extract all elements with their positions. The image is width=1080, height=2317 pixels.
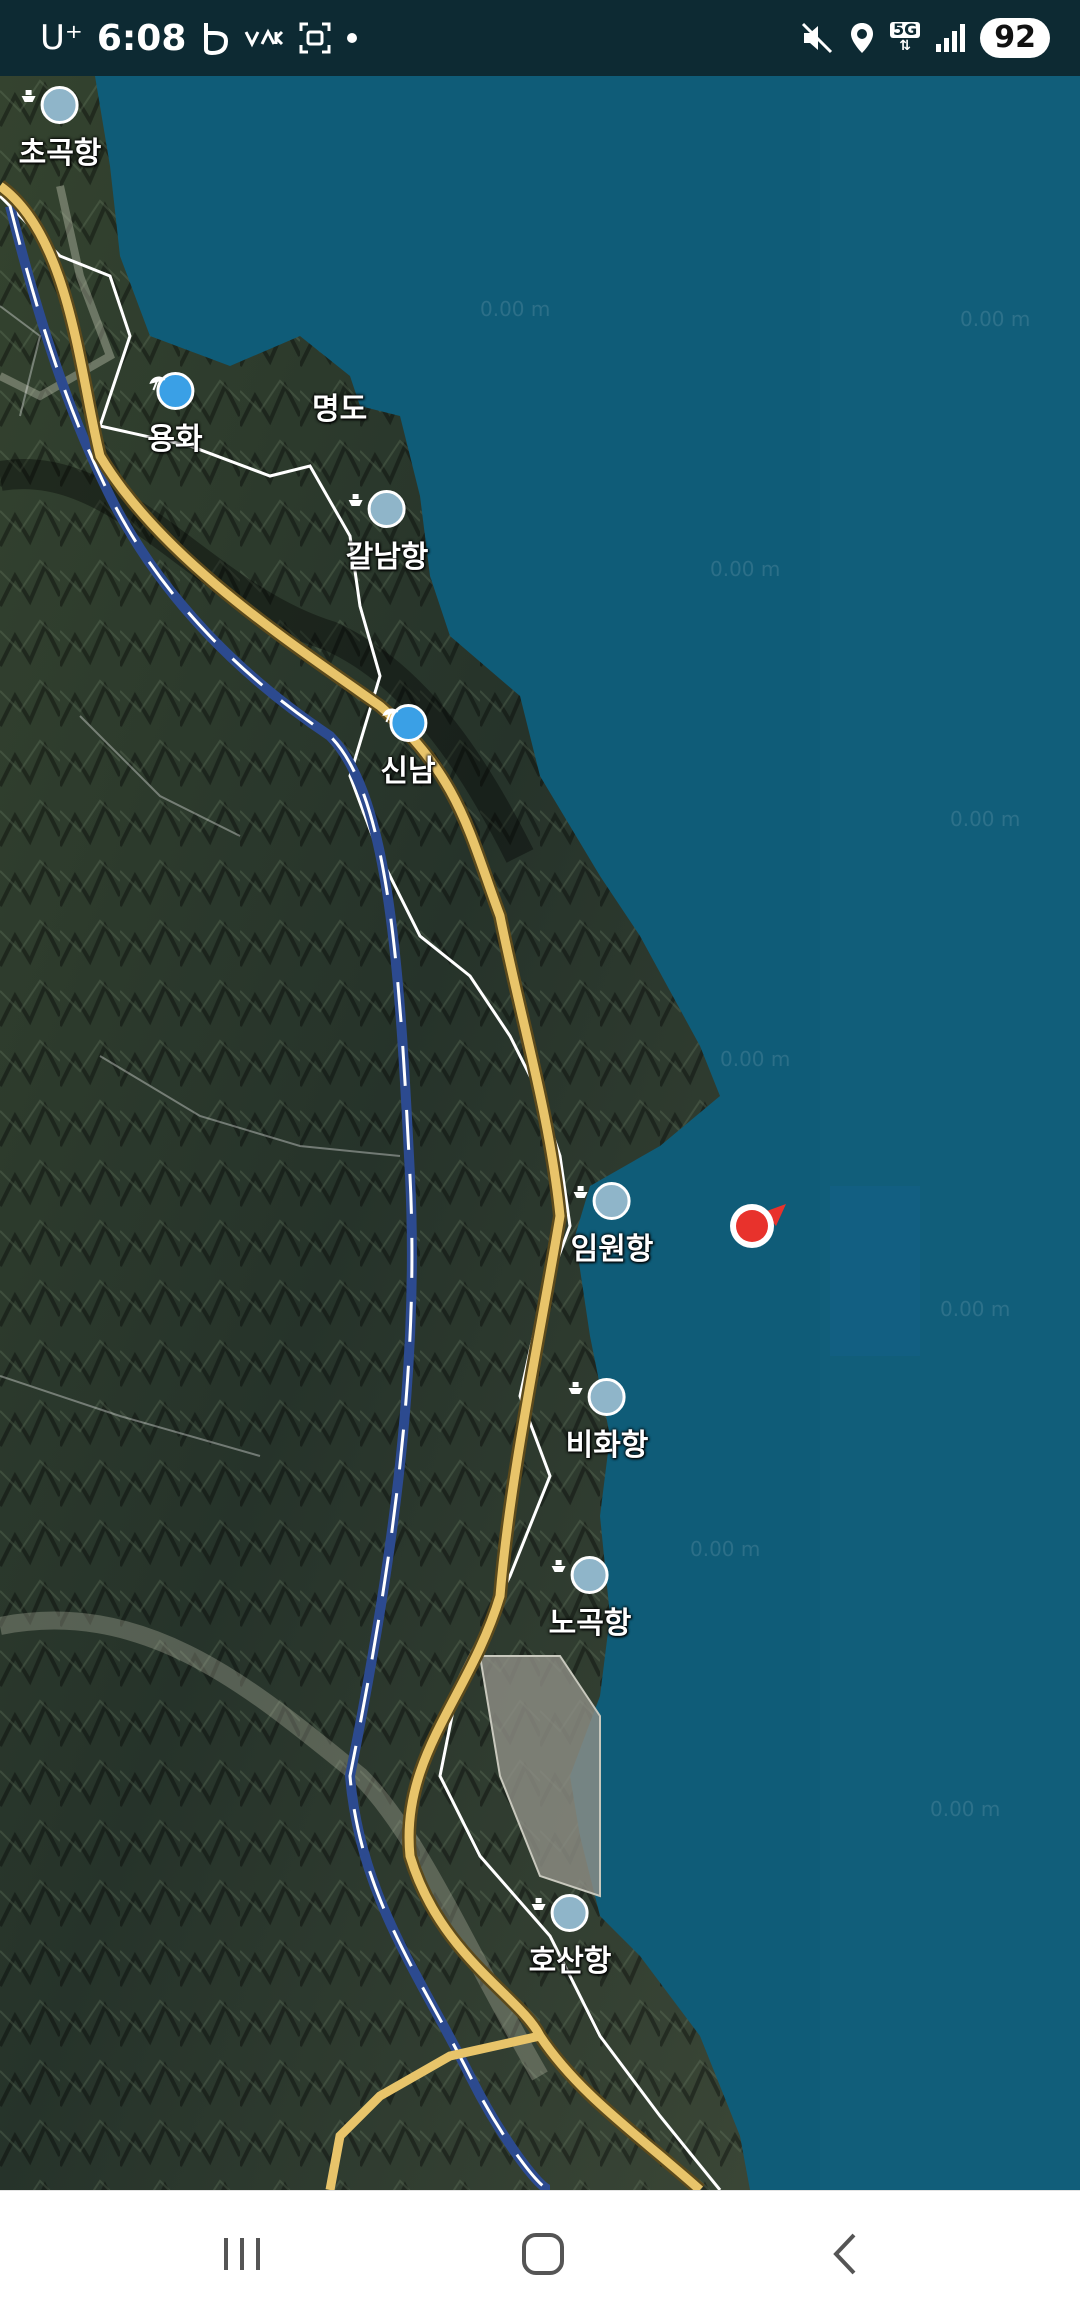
poi-beach[interactable]: 신남 bbox=[380, 704, 436, 790]
poi-port[interactable]: 갈남항 bbox=[345, 490, 429, 576]
poi-port[interactable]: 임원항 bbox=[570, 1182, 654, 1268]
port-icon bbox=[348, 490, 406, 528]
poi-label: 호산항 bbox=[528, 1944, 612, 1979]
port-icon bbox=[21, 86, 79, 124]
svg-text:0.00 m: 0.00 m bbox=[480, 297, 550, 321]
poi-label: 노곡항 bbox=[548, 1606, 632, 1641]
clock: 6:08 bbox=[96, 17, 187, 59]
poi-label: 초곡항 bbox=[18, 136, 102, 171]
poi-beach[interactable]: 용화 bbox=[147, 372, 203, 458]
recent-apps-icon bbox=[224, 2238, 260, 2270]
port-icon bbox=[568, 1378, 626, 1416]
svg-text:0.00 m: 0.00 m bbox=[710, 557, 780, 581]
poi-label: 갈남항 bbox=[345, 540, 429, 575]
map-view[interactable]: 0.00 m 0.00 m 0.00 m 0.00 m 0.00 m 0.00 … bbox=[0, 76, 1080, 2190]
svg-text:0.00 m: 0.00 m bbox=[720, 1047, 790, 1071]
back-button[interactable] bbox=[806, 2221, 886, 2287]
poi-port[interactable]: 호산항 bbox=[528, 1894, 612, 1980]
5g-icon: 5G ⇅ bbox=[889, 22, 921, 54]
signal-icon bbox=[934, 22, 966, 54]
poi-label: 용화 bbox=[147, 422, 203, 457]
poi-port[interactable]: 초곡항 bbox=[18, 86, 102, 172]
poi-port[interactable]: 비화항 bbox=[565, 1378, 649, 1464]
port-icon bbox=[573, 1182, 631, 1220]
svg-text:0.00 m: 0.00 m bbox=[960, 307, 1030, 331]
location-icon bbox=[848, 21, 876, 55]
b-app-icon bbox=[200, 21, 230, 55]
beach-umbrella-icon bbox=[382, 704, 427, 742]
location-dot-icon[interactable] bbox=[728, 1196, 786, 1254]
status-bar: U⁺ 6:08 5G ⇅ 92 bbox=[0, 0, 1080, 76]
place-label: 명도 bbox=[312, 392, 368, 427]
carrier-label: U⁺ bbox=[40, 18, 83, 58]
svg-text:0.00 m: 0.00 m bbox=[950, 807, 1020, 831]
poi-port[interactable]: 노곡항 bbox=[548, 1556, 632, 1642]
network-label: 5G bbox=[889, 22, 921, 38]
dot-icon bbox=[346, 32, 358, 44]
mute-vibrate-icon bbox=[800, 21, 834, 55]
home-icon bbox=[522, 2233, 564, 2275]
home-button[interactable] bbox=[503, 2221, 583, 2287]
svg-text:0.00 m: 0.00 m bbox=[930, 1797, 1000, 1821]
beach-umbrella-icon bbox=[149, 372, 194, 410]
back-icon bbox=[833, 2233, 856, 2275]
recent-apps-button[interactable] bbox=[202, 2221, 282, 2287]
kakao-icon bbox=[244, 28, 284, 48]
screenshot-icon bbox=[298, 21, 332, 55]
svg-text:0.00 m: 0.00 m bbox=[690, 1537, 760, 1561]
battery-level: 92 bbox=[980, 18, 1050, 58]
poi-label: 비화항 bbox=[565, 1428, 649, 1463]
port-icon bbox=[551, 1556, 609, 1594]
poi-label: 신남 bbox=[380, 754, 436, 789]
poi-label: 임원항 bbox=[570, 1232, 654, 1267]
port-icon bbox=[531, 1894, 589, 1932]
navigation-bar bbox=[0, 2190, 1080, 2317]
svg-text:0.00 m: 0.00 m bbox=[940, 1297, 1010, 1321]
